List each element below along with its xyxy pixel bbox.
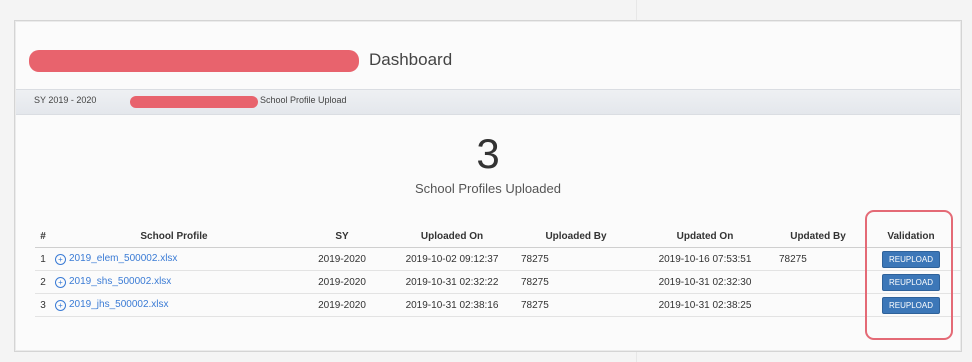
reupload-button[interactable]: REUPLOAD xyxy=(881,296,940,314)
updated-by-cell: 78275 xyxy=(775,247,861,271)
uploaded-on-cell: 2019-10-02 09:12:37 xyxy=(387,247,517,271)
column-header-uploaded-on[interactable]: Uploaded On xyxy=(387,225,517,248)
column-header-updated-by[interactable]: Updated By xyxy=(775,225,861,248)
row-number: 1 xyxy=(35,247,51,271)
school-year-label: SY 2019 - 2020 xyxy=(34,95,97,105)
uploaded-count: 3 xyxy=(476,130,500,177)
plus-circle-icon[interactable]: + xyxy=(55,277,66,288)
school-profile-cell: +2019_jhs_500002.xlsx xyxy=(51,293,297,317)
page-title: Dashboard xyxy=(369,50,453,69)
table-row: 3 +2019_jhs_500002.xlsx 2019-2020 2019-1… xyxy=(35,293,961,317)
column-header-updated-on[interactable]: Updated On xyxy=(635,225,775,248)
subheader-bar: SY 2019 - 2020 School Profile Upload xyxy=(16,89,960,115)
plus-circle-icon[interactable]: + xyxy=(55,300,66,311)
updated-by-cell xyxy=(775,293,861,317)
updated-on-cell: 2019-10-16 07:53:51 xyxy=(635,247,775,271)
column-header-uploaded-by[interactable]: Uploaded By xyxy=(517,225,635,248)
sy-cell: 2019-2020 xyxy=(297,270,387,294)
updated-on-cell: 2019-10-31 02:38:25 xyxy=(635,293,775,317)
validation-cell: REUPLOAD xyxy=(861,293,961,317)
updated-by-cell xyxy=(775,270,861,294)
column-header-sy[interactable]: SY xyxy=(297,225,387,248)
column-header-validation[interactable]: Validation xyxy=(861,225,961,248)
file-link[interactable]: 2019_shs_500002.xlsx xyxy=(69,276,171,287)
column-header-number[interactable]: # xyxy=(35,225,51,248)
uploads-table: # School Profile SY Uploaded On Uploaded… xyxy=(35,225,961,317)
column-header-school-profile[interactable]: School Profile xyxy=(51,225,297,248)
reupload-button[interactable]: REUPLOAD xyxy=(881,250,940,268)
row-number: 2 xyxy=(35,270,51,294)
table-row: 2 +2019_shs_500002.xlsx 2019-2020 2019-1… xyxy=(35,270,961,294)
uploaded-by-cell: 78275 xyxy=(517,293,635,317)
sy-cell: 2019-2020 xyxy=(297,247,387,271)
reupload-button[interactable]: REUPLOAD xyxy=(881,273,940,291)
file-link[interactable]: 2019_elem_500002.xlsx xyxy=(69,253,177,264)
page: Dashboard SY 2019 - 2020 School Profile … xyxy=(0,0,972,362)
school-profile-cell: +2019_elem_500002.xlsx xyxy=(51,247,297,271)
plus-circle-icon[interactable]: + xyxy=(55,254,66,265)
sy-cell: 2019-2020 xyxy=(297,293,387,317)
table-header-row: # School Profile SY Uploaded On Uploaded… xyxy=(35,225,961,248)
redacted-school-name xyxy=(130,96,258,108)
school-profile-cell: +2019_shs_500002.xlsx xyxy=(51,270,297,294)
uploaded-count-label: School Profiles Uploaded xyxy=(415,181,561,196)
uploaded-by-cell: 78275 xyxy=(517,247,635,271)
uploaded-by-cell: 78275 xyxy=(517,270,635,294)
dashboard-card: Dashboard SY 2019 - 2020 School Profile … xyxy=(14,20,962,352)
uploaded-on-cell: 2019-10-31 02:32:22 xyxy=(387,270,517,294)
uploaded-on-cell: 2019-10-31 02:38:16 xyxy=(387,293,517,317)
table-row: 1 +2019_elem_500002.xlsx 2019-2020 2019-… xyxy=(35,247,961,271)
validation-cell: REUPLOAD xyxy=(861,270,961,294)
row-number: 3 xyxy=(35,293,51,317)
file-link[interactable]: 2019_jhs_500002.xlsx xyxy=(69,299,169,310)
redacted-title xyxy=(29,50,359,72)
subheader-page-label: School Profile Upload xyxy=(260,95,347,105)
validation-cell: REUPLOAD xyxy=(861,247,961,271)
updated-on-cell: 2019-10-31 02:32:30 xyxy=(635,270,775,294)
